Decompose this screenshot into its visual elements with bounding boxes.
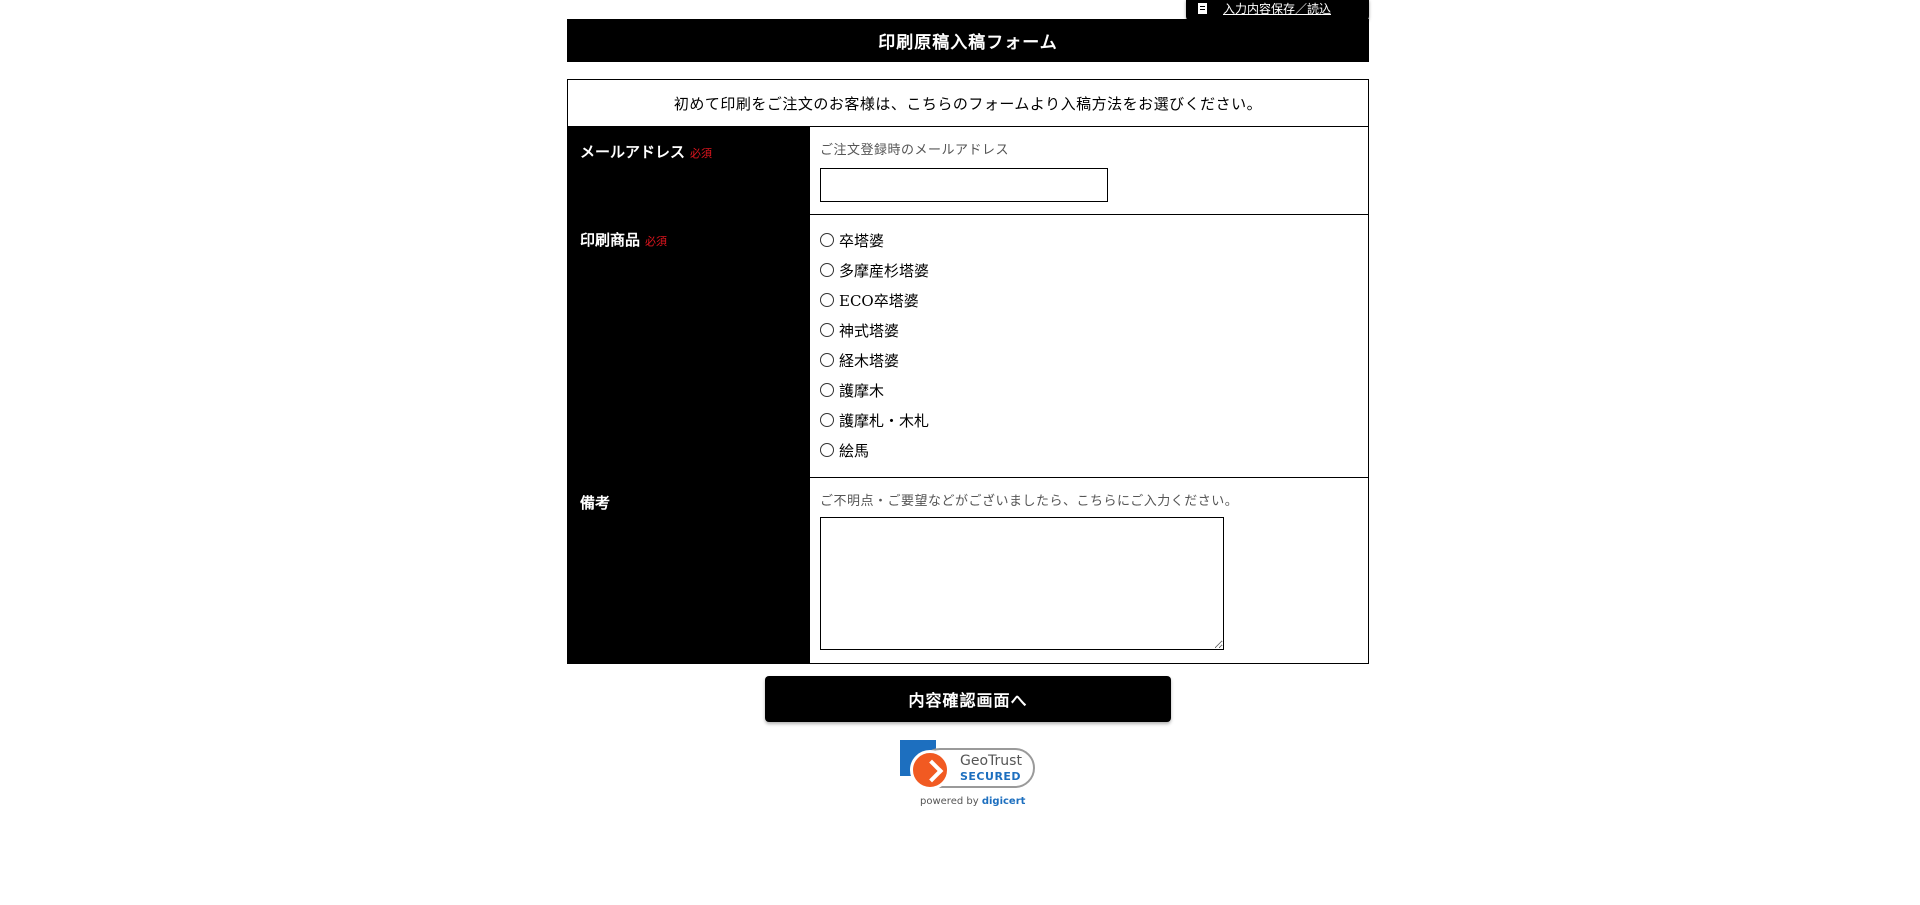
radio-option[interactable]: 神式塔婆 (820, 315, 1358, 345)
required-badge: 必須 (645, 235, 668, 248)
radio-button[interactable] (820, 443, 834, 457)
radio-label[interactable]: ECO卒塔婆 (839, 290, 919, 311)
email-field[interactable] (820, 168, 1108, 202)
radio-label[interactable]: 多摩産杉塔婆 (839, 260, 929, 281)
radio-button[interactable] (820, 323, 834, 337)
radio-button[interactable] (820, 413, 834, 427)
submission-form: 初めて印刷をご注文のお客様は、こちらのフォームより入稿方法をお選びください。 メ… (567, 79, 1369, 664)
radio-label[interactable]: 経木塔婆 (839, 350, 899, 371)
digicert-logo: digicert (981, 796, 1026, 807)
form-intro: 初めて印刷をご注文のお客様は、こちらのフォームより入稿方法をお選びください。 (568, 80, 1368, 127)
radio-label[interactable]: 神式塔婆 (839, 320, 899, 341)
geotrust-brand: GeoTrust (960, 753, 1022, 769)
confirm-button[interactable]: 内容確認画面へ (765, 676, 1171, 722)
radio-option[interactable]: 卒塔婆 (820, 225, 1358, 255)
product-label: 印刷商品 (580, 231, 641, 249)
email-label: メールアドレス (580, 143, 686, 161)
email-hint: ご注文登録時のメールアドレス (820, 143, 1010, 158)
page: 入力内容保存／読込 印刷原稿入稿フォーム 初めて印刷をご注文のお客様は、こちらの… (0, 0, 1920, 905)
radio-button[interactable] (820, 293, 834, 307)
radio-label[interactable]: 絵馬 (839, 440, 869, 461)
powered-by-label: powered by (920, 796, 979, 807)
geotrust-secured: SECURED (960, 770, 1022, 783)
form-title: 印刷原稿入稿フォーム (567, 19, 1369, 62)
product-radio-group: 卒塔婆 多摩産杉塔婆 ECO卒塔婆 神式塔婆 経木塔婆 護摩木 護摩札・木札 絵… (820, 225, 1358, 465)
notes-value-cell: ご不明点・ご要望などがございましたら、こちらにご入力ください。 (809, 478, 1368, 663)
notes-label-cell: 備考 (568, 478, 809, 663)
radio-option[interactable]: ECO卒塔婆 (820, 285, 1358, 315)
radio-label[interactable]: 卒塔婆 (839, 230, 884, 251)
radio-option[interactable]: 護摩木 (820, 375, 1358, 405)
notes-label: 備考 (580, 494, 611, 512)
radio-option[interactable]: 経木塔婆 (820, 345, 1358, 375)
radio-button[interactable] (820, 383, 834, 397)
radio-option[interactable]: 絵馬 (820, 435, 1358, 465)
notes-hint: ご不明点・ご要望などがございましたら、こちらにご入力ください。 (820, 494, 1239, 509)
geotrust-seal[interactable]: GeoTrust SECURED powered by digicert (898, 738, 1040, 812)
radio-button[interactable] (820, 233, 834, 247)
email-row: メールアドレス 必須 ご注文登録時のメールアドレス (568, 127, 1368, 215)
geotrust-arrow-icon (910, 750, 950, 790)
required-badge: 必須 (690, 147, 713, 160)
radio-option[interactable]: 護摩札・木札 (820, 405, 1358, 435)
product-row: 印刷商品 必須 卒塔婆 多摩産杉塔婆 ECO卒塔婆 神式塔婆 経木塔婆 護摩木 護… (568, 215, 1368, 478)
notes-row: 備考 ご不明点・ご要望などがございましたら、こちらにご入力ください。 (568, 478, 1368, 663)
radio-label[interactable]: 護摩札・木札 (839, 410, 929, 431)
product-value-cell: 卒塔婆 多摩産杉塔婆 ECO卒塔婆 神式塔婆 経木塔婆 護摩木 護摩札・木札 絵… (809, 215, 1368, 477)
radio-option[interactable]: 多摩産杉塔婆 (820, 255, 1358, 285)
radio-label[interactable]: 護摩木 (839, 380, 884, 401)
radio-button[interactable] (820, 353, 834, 367)
save-load-link[interactable]: 入力内容保存／読込 (1223, 0, 1331, 17)
email-value-cell: ご注文登録時のメールアドレス (809, 127, 1368, 214)
powered-by-text: powered by digicert (920, 796, 1025, 807)
email-label-cell: メールアドレス 必須 (568, 127, 809, 214)
radio-button[interactable] (820, 263, 834, 277)
document-icon (1198, 2, 1207, 14)
notes-textarea[interactable] (820, 517, 1224, 650)
product-label-cell: 印刷商品 必須 (568, 215, 809, 477)
